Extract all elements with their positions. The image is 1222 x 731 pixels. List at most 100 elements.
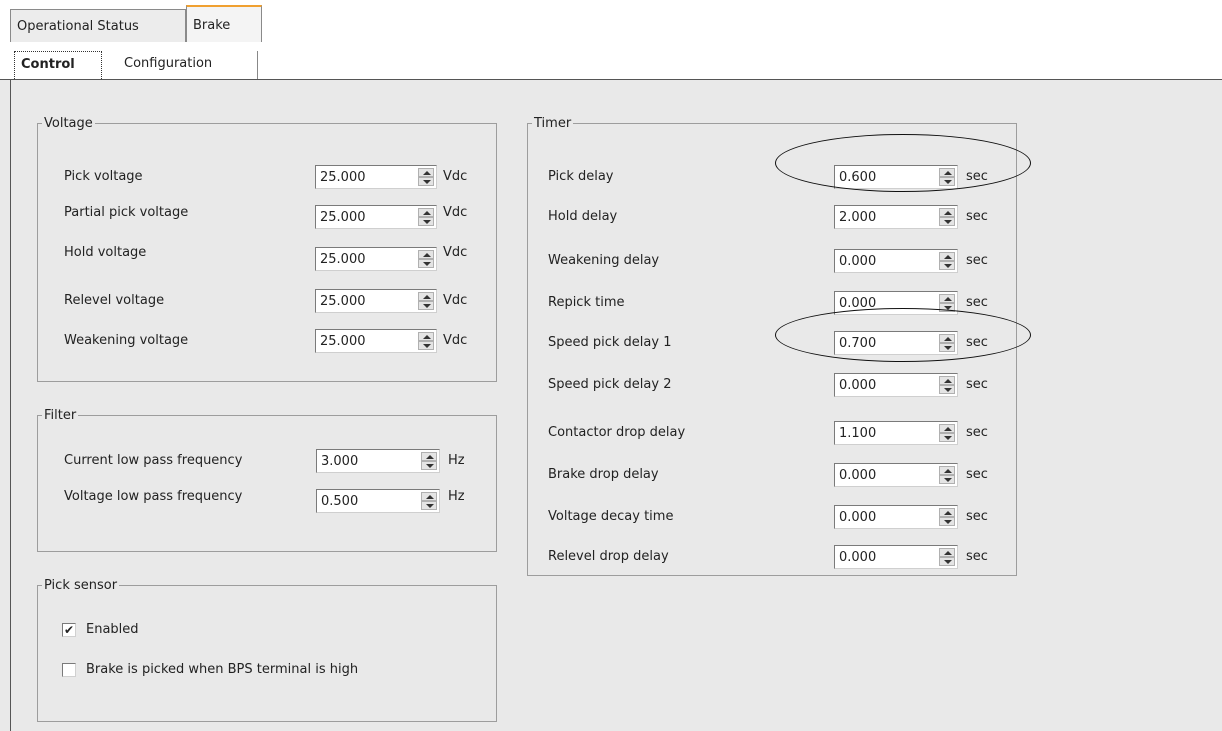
weakening-delay-row: Weakening delay 0.000 sec	[528, 249, 1016, 273]
sub-tab-bar: Control Configuration	[0, 42, 1222, 80]
spin-up-icon[interactable]	[939, 168, 955, 177]
repick-time-value[interactable]: 0.000	[839, 296, 876, 311]
current-lpf-spinner[interactable]: 3.000	[316, 449, 440, 473]
weakening-voltage-value[interactable]: 25.000	[320, 334, 366, 349]
contactor-drop-delay-value[interactable]: 1.100	[839, 426, 876, 441]
spin-up-icon[interactable]	[421, 492, 437, 501]
tab-brake[interactable]: Brake	[186, 5, 262, 43]
tab-operational-status[interactable]: Operational Status	[10, 9, 186, 43]
hold-delay-value[interactable]: 2.000	[839, 210, 876, 225]
spin-up-icon[interactable]	[939, 466, 955, 475]
spin-down-icon[interactable]	[418, 217, 434, 226]
checkbox-unchecked-icon[interactable]	[62, 663, 76, 677]
contactor-drop-delay-unit: sec	[966, 425, 988, 440]
voltage-group-title: Voltage	[44, 116, 93, 131]
spin-down-icon[interactable]	[939, 557, 955, 566]
contactor-drop-delay-label: Contactor drop delay	[548, 425, 686, 440]
subtab-control[interactable]: Control	[14, 51, 102, 79]
spin-down-icon[interactable]	[939, 343, 955, 352]
weakening-voltage-label: Weakening voltage	[64, 333, 189, 348]
contactor-drop-delay-spinner[interactable]: 1.100	[834, 421, 958, 445]
spin-up-icon[interactable]	[418, 168, 434, 177]
hold-voltage-spinner[interactable]: 25.000	[315, 247, 437, 271]
spin-up-icon[interactable]	[939, 294, 955, 303]
spin-up-icon[interactable]	[418, 332, 434, 341]
checkbox-checked-icon[interactable]: ✔	[62, 623, 76, 637]
spin-down-icon[interactable]	[939, 517, 955, 526]
spin-up-icon[interactable]	[421, 452, 437, 461]
partial-pick-voltage-value[interactable]: 25.000	[320, 210, 366, 225]
spin-down-icon[interactable]	[418, 259, 434, 268]
speed-pick-delay-1-unit: sec	[966, 335, 988, 350]
pick-sensor-group-title: Pick sensor	[44, 578, 118, 593]
hold-voltage-value[interactable]: 25.000	[320, 252, 366, 267]
voltage-lpf-row: Voltage low pass frequency 0.500 Hz	[38, 489, 496, 513]
voltage-decay-time-spinner[interactable]: 0.000	[834, 505, 958, 529]
spin-down-icon[interactable]	[418, 177, 434, 186]
pick-delay-value[interactable]: 0.600	[839, 170, 876, 185]
spin-up-icon[interactable]	[939, 548, 955, 557]
bps-terminal-high-label[interactable]: Brake is picked when BPS terminal is hig…	[86, 662, 358, 677]
spin-up-icon[interactable]	[418, 292, 434, 301]
repick-time-label: Repick time	[548, 295, 625, 310]
relevel-drop-delay-spinner[interactable]: 0.000	[834, 545, 958, 569]
spin-up-icon[interactable]	[939, 376, 955, 385]
brake-drop-delay-value[interactable]: 0.000	[839, 468, 876, 483]
spin-down-icon[interactable]	[939, 303, 955, 312]
spin-down-icon[interactable]	[939, 433, 955, 442]
speed-pick-delay-1-value[interactable]: 0.700	[839, 336, 876, 351]
voltage-lpf-value[interactable]: 0.500	[321, 494, 358, 509]
partial-pick-voltage-label: Partial pick voltage	[64, 205, 189, 220]
spin-down-icon[interactable]	[418, 301, 434, 310]
enabled-checkbox-label[interactable]: Enabled	[86, 622, 139, 637]
spin-up-icon[interactable]	[418, 250, 434, 259]
relevel-voltage-unit: Vdc	[443, 293, 468, 308]
spin-down-icon[interactable]	[939, 475, 955, 484]
brake-drop-delay-spinner[interactable]: 0.000	[834, 463, 958, 487]
weakening-voltage-unit: Vdc	[443, 333, 468, 348]
spin-up-icon[interactable]	[418, 208, 434, 217]
voltage-decay-time-value[interactable]: 0.000	[839, 510, 876, 525]
repick-time-unit: sec	[966, 295, 988, 310]
speed-pick-delay-2-value[interactable]: 0.000	[839, 378, 876, 393]
spin-down-icon[interactable]	[939, 177, 955, 186]
brake-drop-delay-label: Brake drop delay	[548, 467, 659, 482]
weakening-delay-value[interactable]: 0.000	[839, 254, 876, 269]
spin-down-icon[interactable]	[418, 341, 434, 350]
weakening-voltage-row: Weakening voltage 25.000 Vdc	[38, 329, 496, 353]
relevel-drop-delay-row: Relevel drop delay 0.000 sec	[528, 545, 1016, 569]
pick-delay-row: Pick delay 0.600 sec	[528, 165, 1016, 189]
spin-down-icon[interactable]	[421, 501, 437, 510]
spin-down-icon[interactable]	[939, 217, 955, 226]
spin-down-icon[interactable]	[939, 385, 955, 394]
partial-pick-voltage-spinner[interactable]: 25.000	[315, 205, 437, 229]
pick-voltage-value[interactable]: 25.000	[320, 170, 366, 185]
brake-drop-delay-unit: sec	[966, 467, 988, 482]
spin-up-icon[interactable]	[939, 334, 955, 343]
spin-up-icon[interactable]	[939, 252, 955, 261]
spin-up-icon[interactable]	[939, 508, 955, 517]
repick-time-spinner[interactable]: 0.000	[834, 291, 958, 315]
pick-delay-spinner[interactable]: 0.600	[834, 165, 958, 189]
relevel-voltage-row: Relevel voltage 25.000 Vdc	[38, 289, 496, 313]
spin-up-icon[interactable]	[939, 424, 955, 433]
spin-up-icon[interactable]	[939, 208, 955, 217]
brake-drop-delay-row: Brake drop delay 0.000 sec	[528, 463, 1016, 487]
speed-pick-delay-2-spinner[interactable]: 0.000	[834, 373, 958, 397]
subtab-configuration[interactable]: Configuration	[118, 51, 258, 79]
current-lpf-value[interactable]: 3.000	[321, 454, 358, 469]
voltage-lpf-spinner[interactable]: 0.500	[316, 489, 440, 513]
hold-delay-unit: sec	[966, 209, 988, 224]
hold-delay-spinner[interactable]: 2.000	[834, 205, 958, 229]
pick-voltage-spinner[interactable]: 25.000	[315, 165, 437, 189]
relevel-voltage-value[interactable]: 25.000	[320, 294, 366, 309]
speed-pick-delay-1-spinner[interactable]: 0.700	[834, 331, 958, 355]
pick-voltage-label: Pick voltage	[64, 169, 143, 184]
spin-down-icon[interactable]	[939, 261, 955, 270]
relevel-drop-delay-value[interactable]: 0.000	[839, 550, 876, 565]
spin-down-icon[interactable]	[421, 461, 437, 470]
weakening-delay-spinner[interactable]: 0.000	[834, 249, 958, 273]
hold-delay-label: Hold delay	[548, 209, 618, 224]
relevel-voltage-spinner[interactable]: 25.000	[315, 289, 437, 313]
weakening-voltage-spinner[interactable]: 25.000	[315, 329, 437, 353]
